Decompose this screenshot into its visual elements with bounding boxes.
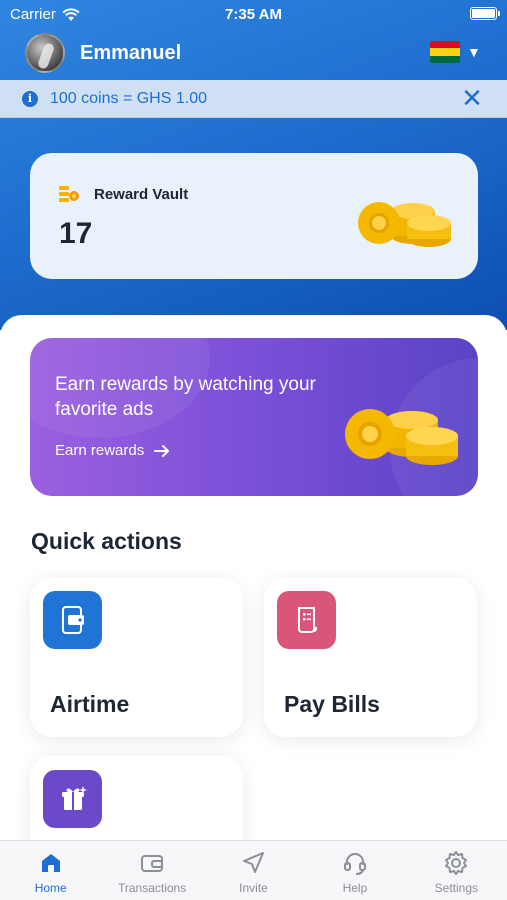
earn-rewards-label: Earn rewards [55, 442, 145, 459]
vault-balance: 17 [59, 217, 93, 250]
tab-settings[interactable]: Settings [406, 841, 507, 900]
tab-invite[interactable]: Invite [203, 841, 304, 900]
coin-rate-text: 100 coins = GHS 1.00 [50, 90, 207, 107]
wallet-icon [141, 855, 164, 872]
avatar[interactable] [25, 33, 65, 73]
close-icon[interactable]: ✕ [460, 85, 484, 111]
tab-home[interactable]: Home [0, 841, 101, 900]
tab-transactions[interactable]: Transactions [101, 841, 202, 900]
tab-help[interactable]: Help [304, 841, 405, 900]
send-icon [242, 852, 264, 873]
ghana-flag-icon[interactable]: ★ [430, 41, 460, 63]
coin-stack-icon [59, 186, 79, 202]
tab-invite-label: Invite [239, 881, 268, 895]
coins-illustration [358, 202, 451, 247]
pay-bills-card[interactable]: Pay Bills [264, 577, 477, 737]
coin-rate-banner: i 100 coins = GHS 1.00 ✕ [0, 80, 507, 118]
tab-home-label: Home [34, 881, 67, 895]
earn-rewards-banner[interactable]: Earn rewards by watching your favorite a… [30, 338, 478, 496]
pay-bills-label: Pay Bills [284, 691, 380, 717]
status-bar: Carrier 7:35 AM [0, 0, 507, 28]
status-time: 7:35 AM [225, 6, 282, 23]
tab-transactions-label: Transactions [117, 881, 187, 895]
username: Emmanuel [80, 42, 182, 64]
reward-vault-card[interactable]: Reward Vault 17 [30, 153, 478, 279]
info-icon: i [22, 91, 38, 107]
receipt-icon [277, 591, 336, 649]
earn-rewards-link[interactable]: Earn rewards [55, 442, 170, 459]
headset-icon [343, 853, 366, 875]
wallet-phone-icon [43, 591, 102, 649]
promo-title: Earn rewards by watching your favorite a… [55, 374, 316, 420]
battery-icon [470, 7, 500, 20]
bottom-tab-bar: Home Transactions Invite Help Settings [0, 840, 507, 900]
airtime-card[interactable]: Airtime [30, 577, 243, 737]
vault-title: Reward Vault [94, 186, 189, 203]
home-icon [41, 854, 60, 872]
arrow-right-icon [154, 444, 170, 457]
quick-actions-title: Quick actions [31, 528, 182, 554]
app-header: Emmanuel ★ ▼ [0, 30, 507, 78]
tab-settings-label: Settings [434, 881, 478, 895]
airtime-label: Airtime [50, 691, 130, 717]
gear-icon [445, 851, 468, 875]
chevron-down-icon[interactable]: ▼ [467, 44, 481, 60]
coins-illustration [345, 409, 458, 465]
gift-icon [43, 770, 102, 828]
tab-help-label: Help [342, 881, 368, 895]
